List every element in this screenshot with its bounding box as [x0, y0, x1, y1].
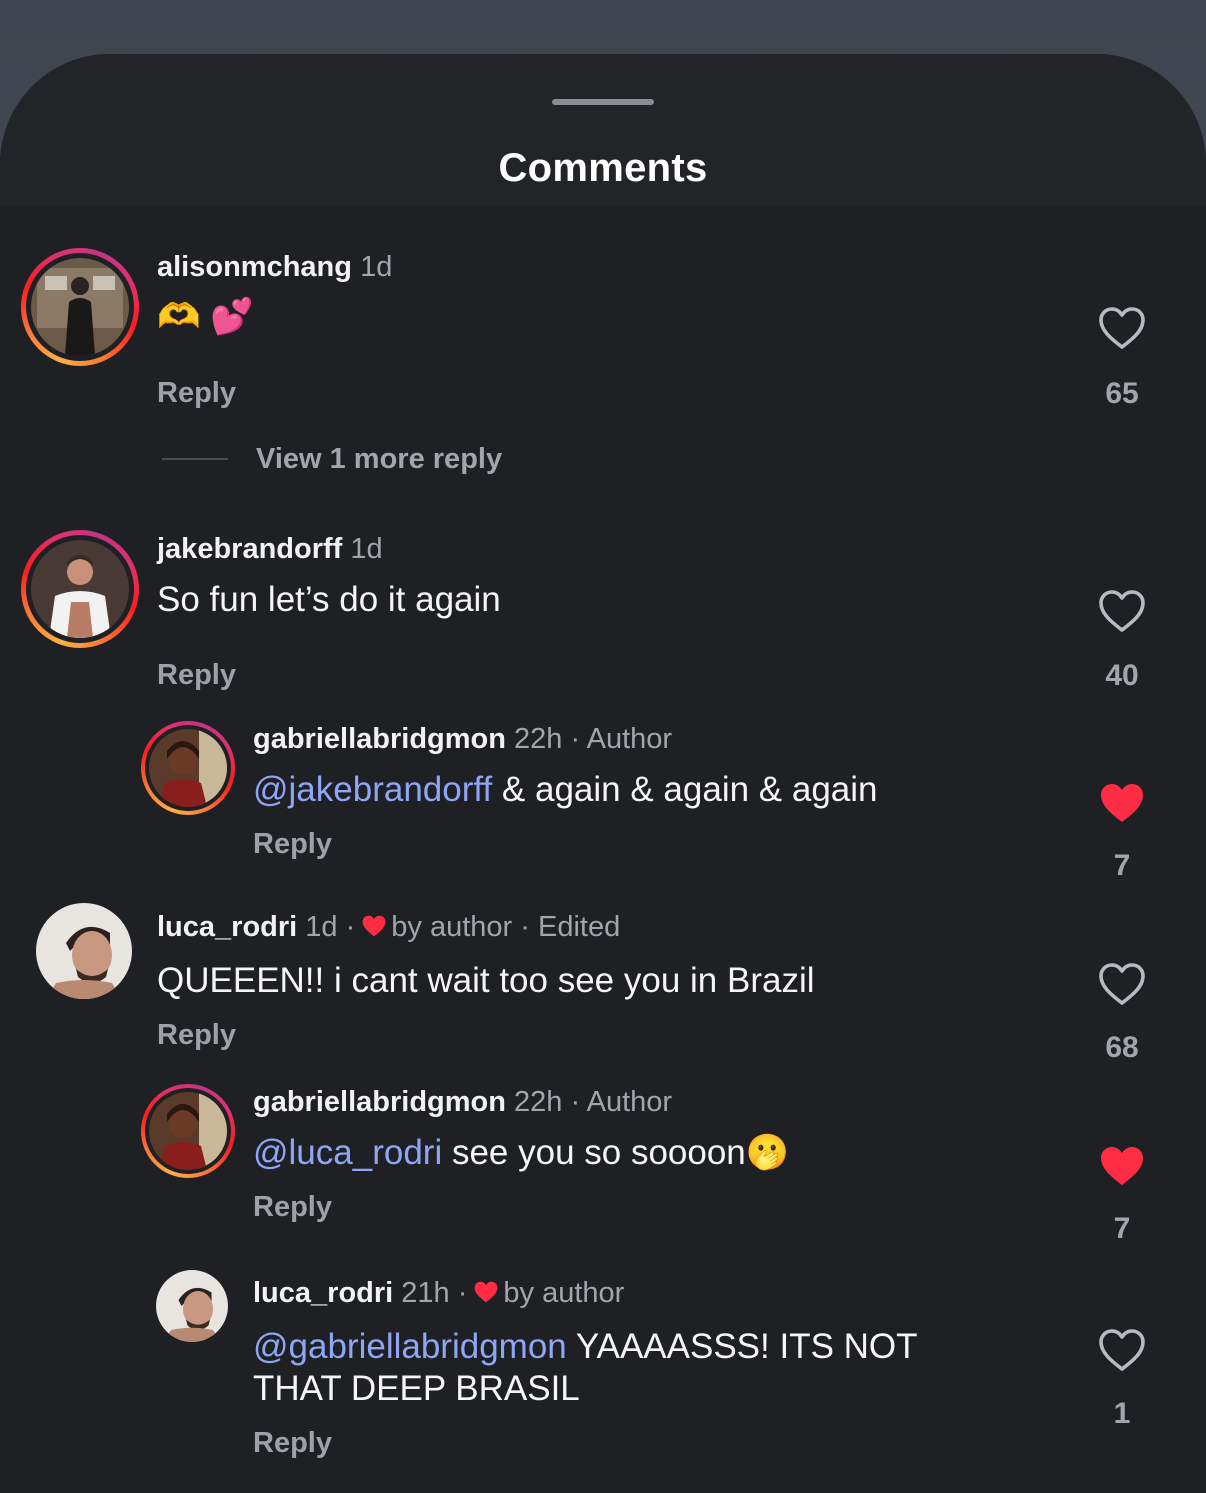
- avatar: [31, 258, 129, 356]
- comment-meta: alisonmchang 1d: [157, 251, 392, 284]
- view-more-replies-button[interactable]: View 1 more reply: [256, 443, 502, 476]
- author-badge: · Author: [570, 723, 673, 755]
- like-count: 1: [1113, 1397, 1131, 1430]
- comment-meta: gabriellabridgmon 22h · Author: [253, 723, 672, 756]
- like-button[interactable]: [1092, 589, 1152, 633]
- comment-time: 1d: [305, 911, 338, 943]
- avatar: [149, 729, 227, 807]
- comment-username[interactable]: luca_rodri: [253, 1277, 393, 1309]
- divider: [162, 458, 228, 460]
- comment-text: @gabriellabridgmon YAAAASSS! ITS NOT: [253, 1326, 918, 1368]
- comment-meta: luca_rodri 21h · by author: [253, 1277, 624, 1310]
- heart-outline-icon: [1099, 1329, 1145, 1371]
- sheet-title: Comments: [498, 146, 708, 190]
- comment-text-line2: THAT DEEP BRASIL: [253, 1369, 580, 1408]
- comment-text: So fun let’s do it again: [157, 580, 501, 619]
- drag-handle[interactable]: [552, 99, 654, 105]
- comment-time: 22h: [514, 723, 563, 755]
- mention-link[interactable]: @jakebrandorff: [253, 770, 492, 809]
- heart-outline-icon: [1099, 590, 1145, 632]
- mention-link[interactable]: @gabriellabridgmon: [253, 1327, 567, 1366]
- liked-by-author-heart-icon: [475, 1282, 498, 1303]
- author-badge: · Author: [570, 1086, 673, 1118]
- like-count: 68: [1105, 1031, 1139, 1064]
- edited-label: · Edited: [520, 911, 621, 943]
- heart-filled-icon: [1101, 1147, 1143, 1185]
- avatar-story-ring[interactable]: [141, 721, 235, 815]
- comment-text: @jakebrandorff & again & again & again: [253, 769, 878, 811]
- like-button[interactable]: [1092, 1328, 1152, 1372]
- avatar-story-ring[interactable]: [21, 530, 139, 648]
- like-button[interactable]: [1092, 962, 1152, 1006]
- comment-username[interactable]: luca_rodri: [157, 911, 297, 943]
- comment-username[interactable]: gabriellabridgmon: [253, 1086, 506, 1118]
- comment-meta: jakebrandorff 1d: [157, 533, 383, 566]
- reply-button[interactable]: Reply: [253, 1427, 332, 1460]
- comment-username[interactable]: gabriellabridgmon: [253, 723, 506, 755]
- comment-username[interactable]: jakebrandorff: [157, 533, 342, 565]
- like-button[interactable]: [1092, 1144, 1152, 1188]
- avatar[interactable]: [36, 903, 132, 999]
- comment-meta: gabriellabridgmon 22h · Author: [253, 1086, 672, 1119]
- avatar-story-ring[interactable]: [141, 1084, 235, 1178]
- liked-by-author-heart-icon: [362, 916, 386, 937]
- like-count: 7: [1113, 849, 1131, 882]
- like-count: 65: [1105, 377, 1139, 410]
- liked-by-author-label: by author: [503, 1277, 625, 1309]
- reply-button[interactable]: Reply: [253, 1191, 332, 1224]
- heart-filled-icon: [1101, 784, 1143, 822]
- comment-body: see you so soooon🫢: [442, 1133, 790, 1172]
- heart-outline-icon: [1099, 963, 1145, 1005]
- avatar-story-ring[interactable]: [21, 248, 139, 366]
- avatar: [149, 1092, 227, 1170]
- comment-username[interactable]: alisonmchang: [157, 251, 352, 283]
- comment-time: 1d: [350, 533, 383, 565]
- comment-time: 22h: [514, 1086, 563, 1118]
- like-button[interactable]: [1092, 306, 1152, 350]
- reply-button[interactable]: Reply: [157, 1019, 236, 1052]
- comment-time: 21h: [401, 1277, 450, 1309]
- like-button[interactable]: [1092, 781, 1152, 825]
- comment-text: QUEEEN!! i cant wait too see you in Braz…: [157, 961, 815, 1000]
- reply-button[interactable]: Reply: [157, 377, 236, 410]
- comment-body: YAAAASSS! ITS NOT: [566, 1327, 918, 1366]
- reply-button[interactable]: Reply: [253, 828, 332, 861]
- reply-button[interactable]: Reply: [157, 659, 236, 692]
- avatar[interactable]: [156, 1270, 228, 1342]
- avatar: [31, 540, 129, 638]
- comment-text: 🫶 💕: [157, 297, 254, 336]
- like-count: 40: [1105, 659, 1139, 692]
- mention-link[interactable]: @luca_rodri: [253, 1133, 442, 1172]
- like-count: 7: [1113, 1212, 1131, 1245]
- comment-meta: luca_rodri 1d · by author · Edited: [157, 911, 620, 944]
- separator-dot: ·: [345, 911, 356, 943]
- comment-time: 1d: [360, 251, 393, 283]
- separator-dot: ·: [457, 1277, 468, 1309]
- comment-text: @luca_rodri see you so soooon🫢: [253, 1132, 789, 1174]
- comment-body: & again & again & again: [492, 770, 878, 809]
- liked-by-author-label: by author: [391, 911, 513, 943]
- heart-outline-icon: [1099, 307, 1145, 349]
